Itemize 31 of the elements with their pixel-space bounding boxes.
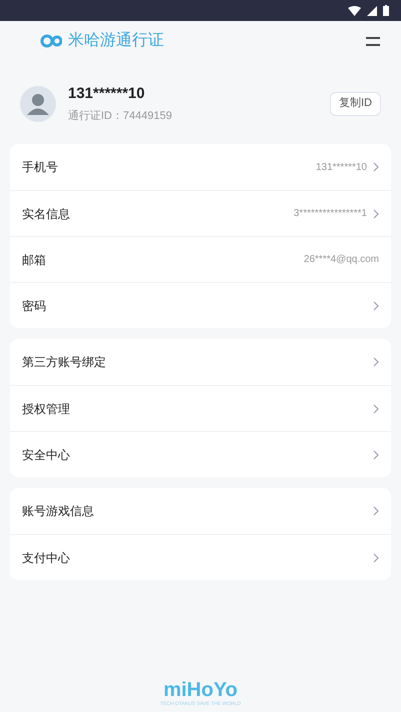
row-value: 26****4@qq.com <box>304 253 379 267</box>
footer-logo: miHoYo <box>163 680 238 700</box>
settings-row[interactable]: 手机号 131******10 <box>10 144 391 190</box>
settings-row[interactable]: 授权管理 <box>10 385 391 431</box>
row-label: 安全中心 <box>22 446 71 464</box>
settings-row[interactable]: 第三方账号绑定 <box>10 339 391 385</box>
row-value: 131******10 <box>316 160 367 174</box>
signal-icon <box>367 6 377 16</box>
row-label: 支付中心 <box>22 550 71 566</box>
app-title: 米哈游通行证 <box>68 30 164 51</box>
user-name: 131******10 <box>68 84 146 104</box>
row-label: 实名信息 <box>22 206 71 222</box>
row-value: 3****************1 <box>294 207 367 221</box>
battery-icon <box>383 5 389 16</box>
copy-id-button[interactable]: 复制ID <box>330 92 381 116</box>
row-label: 账号游戏信息 <box>22 503 95 520</box>
settings-row[interactable]: 支付中心 <box>10 534 391 580</box>
logo-icon <box>40 34 62 48</box>
row-label: 手机号 <box>22 159 59 176</box>
settings-row[interactable]: 邮箱 26****4@qq.com <box>10 236 391 282</box>
passport-id: 通行证ID：74449159 <box>68 108 173 124</box>
wifi-icon <box>348 6 361 16</box>
row-label: 密码 <box>22 298 47 314</box>
settings-row[interactable]: 实名信息 3****************1 <box>10 190 391 236</box>
row-label: 授权管理 <box>22 400 71 418</box>
row-label: 邮箱 <box>22 252 47 268</box>
settings-row[interactable]: 账号游戏信息 <box>10 488 391 534</box>
row-label: 第三方账号绑定 <box>22 354 107 371</box>
settings-row[interactable]: 密码 <box>10 282 391 328</box>
settings-row[interactable]: 安全中心 <box>10 431 391 477</box>
avatar-icon <box>20 86 56 122</box>
